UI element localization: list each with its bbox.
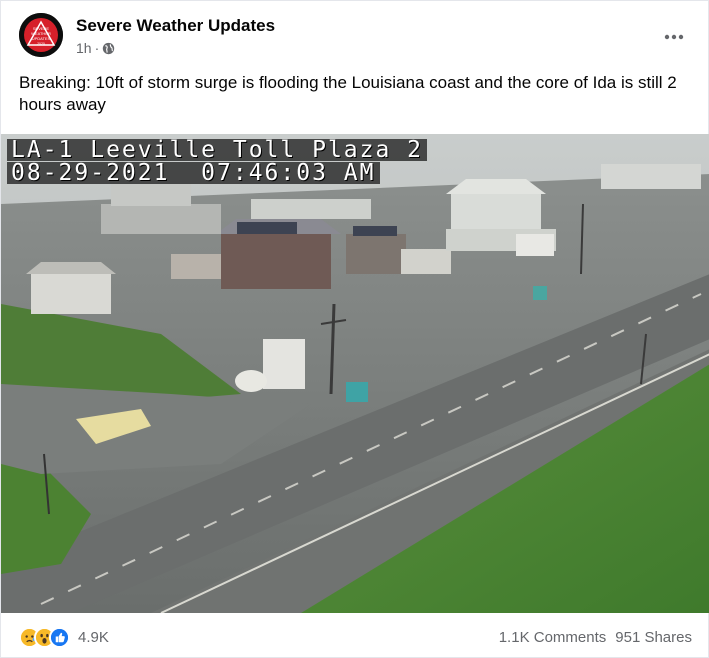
post-photo[interactable]: LA-1 Leeville Toll Plaza 2 08-29-2021 07… bbox=[1, 134, 709, 613]
avatar-text-3: UPDATES bbox=[32, 36, 51, 41]
flood-webcam-image bbox=[1, 134, 709, 613]
camera-timestamp: 08-29-2021 07:46:03 AM bbox=[7, 162, 380, 185]
camera-label: LA-1 Leeville Toll Plaza 2 bbox=[7, 139, 428, 162]
more-options-button[interactable] bbox=[656, 19, 692, 55]
shares-count-link[interactable]: 951 Shares bbox=[615, 629, 692, 646]
meta-separator: · bbox=[94, 40, 100, 56]
post-timestamp[interactable]: 1h bbox=[76, 40, 92, 56]
globe-icon bbox=[102, 42, 115, 55]
avatar-text-4: 2020 bbox=[37, 42, 45, 46]
like-reaction-icon bbox=[49, 627, 70, 648]
page-avatar[interactable]: SEVERE WEATHER UPDATES 2020 bbox=[19, 13, 63, 57]
facebook-post: SEVERE WEATHER UPDATES 2020 Severe Weath… bbox=[0, 0, 709, 658]
camera-overlay: LA-1 Leeville Toll Plaza 2 08-29-2021 07… bbox=[7, 139, 428, 185]
post-footer: 4.9K 1.1K Comments 951 Shares bbox=[19, 621, 692, 657]
more-horizontal-icon bbox=[664, 34, 684, 40]
reactions-summary[interactable]: 4.9K bbox=[19, 627, 109, 648]
page-name-link[interactable]: Severe Weather Updates bbox=[76, 16, 275, 36]
post-stats: 1.1K Comments 951 Shares bbox=[499, 629, 692, 646]
comments-count-link[interactable]: 1.1K Comments bbox=[499, 629, 607, 646]
post-meta: 1h · bbox=[76, 40, 115, 56]
post-header: SEVERE WEATHER UPDATES 2020 Severe Weath… bbox=[19, 13, 692, 61]
reaction-count: 4.9K bbox=[78, 629, 109, 646]
post-text: Breaking: 10ft of storm surge is floodin… bbox=[19, 73, 677, 114]
